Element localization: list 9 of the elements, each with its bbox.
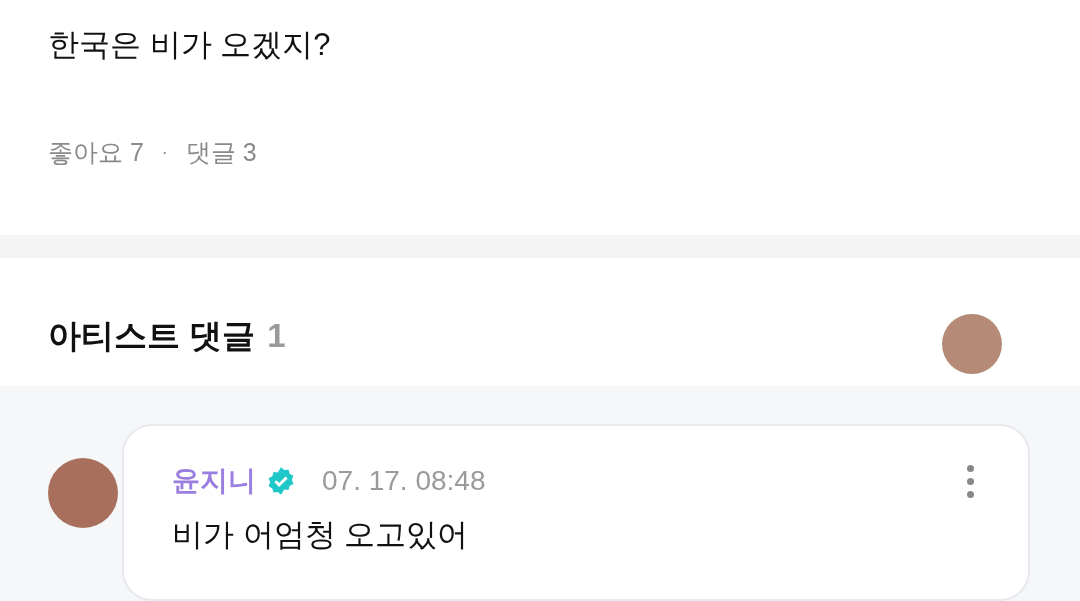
comment-text: 비가 어엄청 오고있어 [172,516,470,555]
comment-count: 1 [267,316,286,356]
separator-dot: · [160,141,169,165]
section-title: 아티스트 댓글 [48,316,256,356]
comment-time: 07. 17. 08:48 [322,464,486,499]
comments-count[interactable]: 댓글 3 [185,134,257,172]
likes-count[interactable]: 좋아요 7 [48,134,144,172]
post-text: 한국은 비가 오겠지? [48,26,332,64]
author-name[interactable]: 윤지니 [172,460,256,503]
